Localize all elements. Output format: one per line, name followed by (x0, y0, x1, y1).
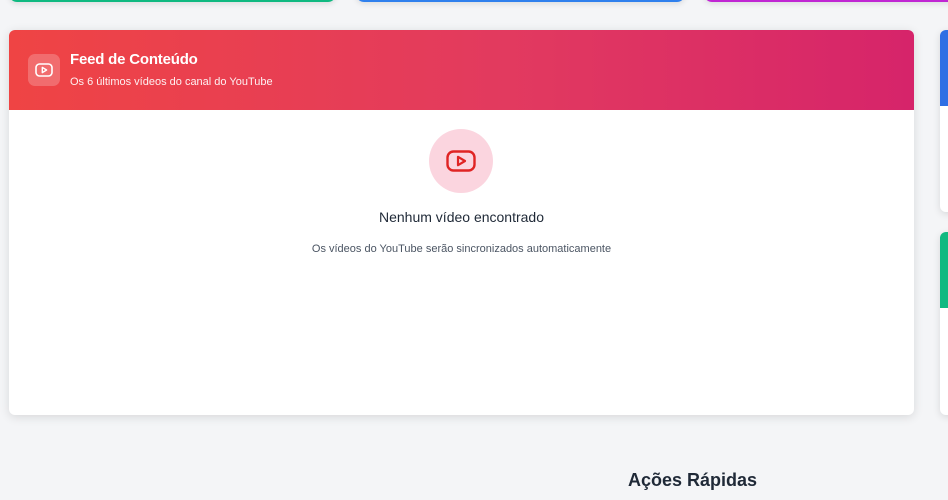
content-feed-card: Feed de Conteúdo Os 6 últimos vídeos do … (9, 30, 914, 415)
dashboard-page: Feed de Conteúdo Os 6 últimos vídeos do … (0, 0, 948, 500)
top-card-accent (356, 0, 685, 2)
youtube-icon (429, 129, 493, 193)
content-feed-subtitle: Os 6 últimos vídeos do canal do YouTube (70, 76, 273, 88)
top-card-accent (704, 0, 948, 2)
empty-state-title: Nenhum vídeo encontrado (379, 209, 544, 225)
quick-actions-title: Ações Rápidas (628, 470, 758, 490)
youtube-icon (28, 54, 60, 86)
empty-state: Nenhum vídeo encontrado Os vídeos do You… (9, 110, 914, 415)
content-feed-header: Feed de Conteúdo Os 6 últimos vídeos do … (9, 30, 914, 110)
top-stat-card-2 (356, 0, 685, 2)
top-card-accent (9, 0, 336, 2)
side-card-1 (940, 30, 948, 212)
side-card-2 (940, 232, 948, 415)
top-stat-card-3 (704, 0, 948, 2)
content-feed-title: Feed de Conteúdo (70, 51, 198, 68)
empty-state-subtitle: Os vídeos do YouTube serão sincronizados… (311, 243, 612, 255)
top-stat-card-1 (9, 0, 336, 2)
side-card-header (940, 232, 948, 308)
side-card-header (940, 30, 948, 106)
